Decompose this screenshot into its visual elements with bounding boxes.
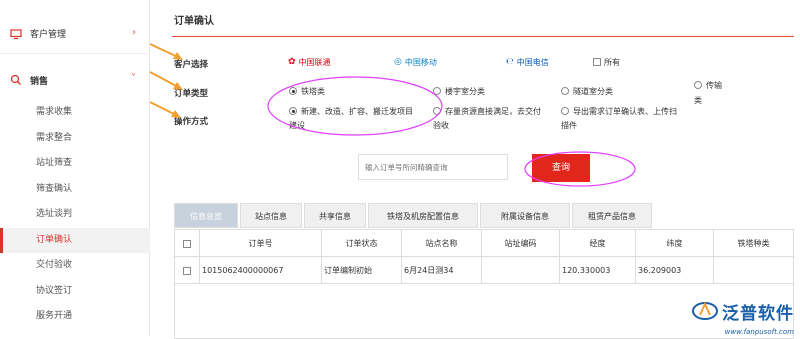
title-divider [172, 36, 794, 37]
unicom-logo-icon: ✿ [288, 57, 296, 67]
operation-option-label-line2: 验收 [433, 121, 449, 130]
radio[interactable] [433, 87, 441, 95]
tab-site-info[interactable]: 站点信息 [240, 203, 302, 228]
search-icon [10, 74, 22, 86]
main-content: 订单确认 客户选择 ✿ 中国联通 ◎ 中国移动 ℮ 中国电信 所有 订单类型 铁… [172, 0, 800, 339]
order-type-building[interactable]: 楼宇室分类 [433, 86, 485, 97]
tab-overview[interactable]: 信息总览 [174, 203, 238, 228]
table-cell [714, 257, 793, 283]
table-cell: 6月24日测34 [402, 257, 482, 283]
operation-label: 操作方式 [174, 117, 209, 127]
sidebar-item-screening-confirm[interactable]: 筛查确认 [0, 177, 150, 203]
order-search-input[interactable] [358, 154, 508, 180]
mobile-logo-icon: ◎ [394, 57, 402, 67]
sidebar-group-customer-management[interactable]: 客户管理 › [0, 14, 150, 54]
column-header: 铁塔种类 [737, 239, 770, 248]
all-checkbox[interactable] [593, 58, 601, 66]
search-button[interactable]: 查询 [532, 154, 590, 182]
sidebar-group-sales[interactable]: 销售 ˅ [0, 60, 150, 100]
radio-selected[interactable] [289, 87, 297, 95]
customer-option-label: 中国联通 [298, 58, 331, 67]
table-row[interactable]: 1015062400000067 订单编制初始 6月24日测34 120.330… [175, 257, 793, 284]
sidebar-items: 需求收集 需求整合 站址筛查 筛查确认 选址谈判 订单确认 交付验收 协议签订 … [0, 100, 150, 330]
table-cell: 120.330003 [560, 257, 636, 283]
order-type-option-label: 铁塔类 [301, 87, 325, 96]
customer-option-unicom[interactable]: ✿ 中国联通 [288, 57, 331, 68]
sidebar-item-site-screening[interactable]: 站址筛查 [0, 151, 150, 177]
chevron-right-icon: › [132, 27, 136, 38]
operation-existing[interactable]: 存量资源直接满足，去交付 验收 [433, 106, 541, 131]
customer-option-label: 中国移动 [404, 58, 437, 67]
column-header: 订单号 [200, 230, 322, 256]
customer-option-mobile[interactable]: ◎ 中国移动 [394, 57, 437, 68]
brand-url: www.fanpusoft.com [724, 328, 794, 336]
telecom-logo-icon: ℮ [506, 57, 514, 67]
sidebar-item-delivery-acceptance[interactable]: 交付验收 [0, 253, 150, 279]
sidebar: 客户管理 › 销售 ˅ 需求收集 需求整合 站址筛查 筛查确认 选址谈判 订单确… [0, 0, 150, 336]
sidebar-item-demand-collection[interactable]: 需求收集 [0, 100, 150, 126]
operation-export[interactable]: 导出需求订单确认表、上传扫 描件 [561, 106, 677, 131]
row-select-cell [175, 257, 200, 283]
select-all-cell [175, 230, 200, 256]
order-type-option-label: 隧道室分类 [573, 87, 613, 96]
order-type-label: 订单类型 [174, 89, 209, 99]
monitor-icon [10, 28, 22, 40]
brand-watermark: 泛普软件 [692, 299, 794, 324]
table-cell: 36.209003 [636, 257, 714, 283]
tab-share-info[interactable]: 共享信息 [304, 203, 366, 228]
table-header-row: 订单号 订单状态 站点名称 站址编码 经度 纬度 铁塔种类 [175, 230, 793, 257]
operation-new-build[interactable]: 新建、改造、扩容、搬迁发项目 建设 [289, 106, 413, 131]
customer-option-telecom[interactable]: ℮ 中国电信 [506, 57, 549, 68]
sidebar-group-label: 客户管理 [30, 30, 67, 40]
customer-select-label: 客户选择 [174, 60, 209, 70]
table-cell: 1015062400000067 [200, 257, 322, 283]
column-header: 订单状态 [322, 230, 402, 256]
column-header: 纬度 [636, 230, 714, 256]
row-checkbox[interactable] [183, 266, 191, 275]
column-header: 经度 [560, 230, 636, 256]
customer-option-label: 中国电信 [516, 58, 549, 67]
column-header: 站点名称 [402, 230, 482, 256]
sidebar-item-agreement-signing[interactable]: 协议签订 [0, 279, 150, 305]
operation-option-label: 存量资源直接满足，去交付 [445, 107, 541, 116]
tab-equipment[interactable]: 附属设备信息 [480, 203, 570, 228]
sidebar-item-service-activation[interactable]: 服务开通 [0, 304, 150, 330]
sidebar-group-label: 销售 [30, 76, 49, 87]
tab-lease-products[interactable]: 租赁产品信息 [572, 203, 652, 228]
order-type-option-label-line2: 类 [694, 96, 702, 105]
operation-option-label: 新建、改造、扩容、搬迁发项目 [301, 107, 413, 116]
order-type-transport[interactable]: 传输 类 [694, 80, 722, 106]
tab-tower-config[interactable]: 铁塔及机房配置信息 [368, 203, 478, 228]
table-cell: 订单编制初始 [322, 257, 402, 283]
operation-option-label-line2: 建设 [289, 121, 305, 130]
sidebar-item-order-confirm[interactable]: 订单确认 [0, 227, 150, 253]
radio[interactable] [694, 81, 702, 89]
order-type-tunnel[interactable]: 隧道室分类 [561, 86, 613, 97]
chevron-down-icon: ˅ [131, 73, 136, 84]
table-cell [482, 257, 560, 283]
radio[interactable] [561, 107, 569, 115]
all-label: 所有 [604, 58, 620, 67]
radio[interactable] [561, 87, 569, 95]
page-title: 订单确认 [174, 16, 214, 27]
radio-selected[interactable] [289, 107, 297, 115]
order-type-option-label: 传输 [706, 81, 722, 90]
sidebar-item-site-negotiation[interactable]: 选址谈判 [0, 202, 150, 228]
select-all-checkbox[interactable] [183, 239, 191, 248]
brand-name: 泛普软件 [722, 304, 794, 324]
operation-option-label-line2: 描件 [561, 121, 577, 130]
radio[interactable] [433, 107, 441, 115]
sidebar-item-demand-integration[interactable]: 需求整合 [0, 126, 150, 152]
order-type-tower[interactable]: 铁塔类 [289, 86, 325, 97]
brand-logo-icon [692, 300, 718, 324]
column-header: 站址编码 [482, 230, 560, 256]
info-tabs: 信息总览 站点信息 共享信息 铁塔及机房配置信息 附属设备信息 租赁产品信息 [174, 203, 654, 228]
order-type-option-label: 楼宇室分类 [445, 87, 485, 96]
customer-option-all[interactable]: 所有 [593, 57, 620, 68]
operation-option-label: 导出需求订单确认表、上传扫 [573, 107, 677, 116]
